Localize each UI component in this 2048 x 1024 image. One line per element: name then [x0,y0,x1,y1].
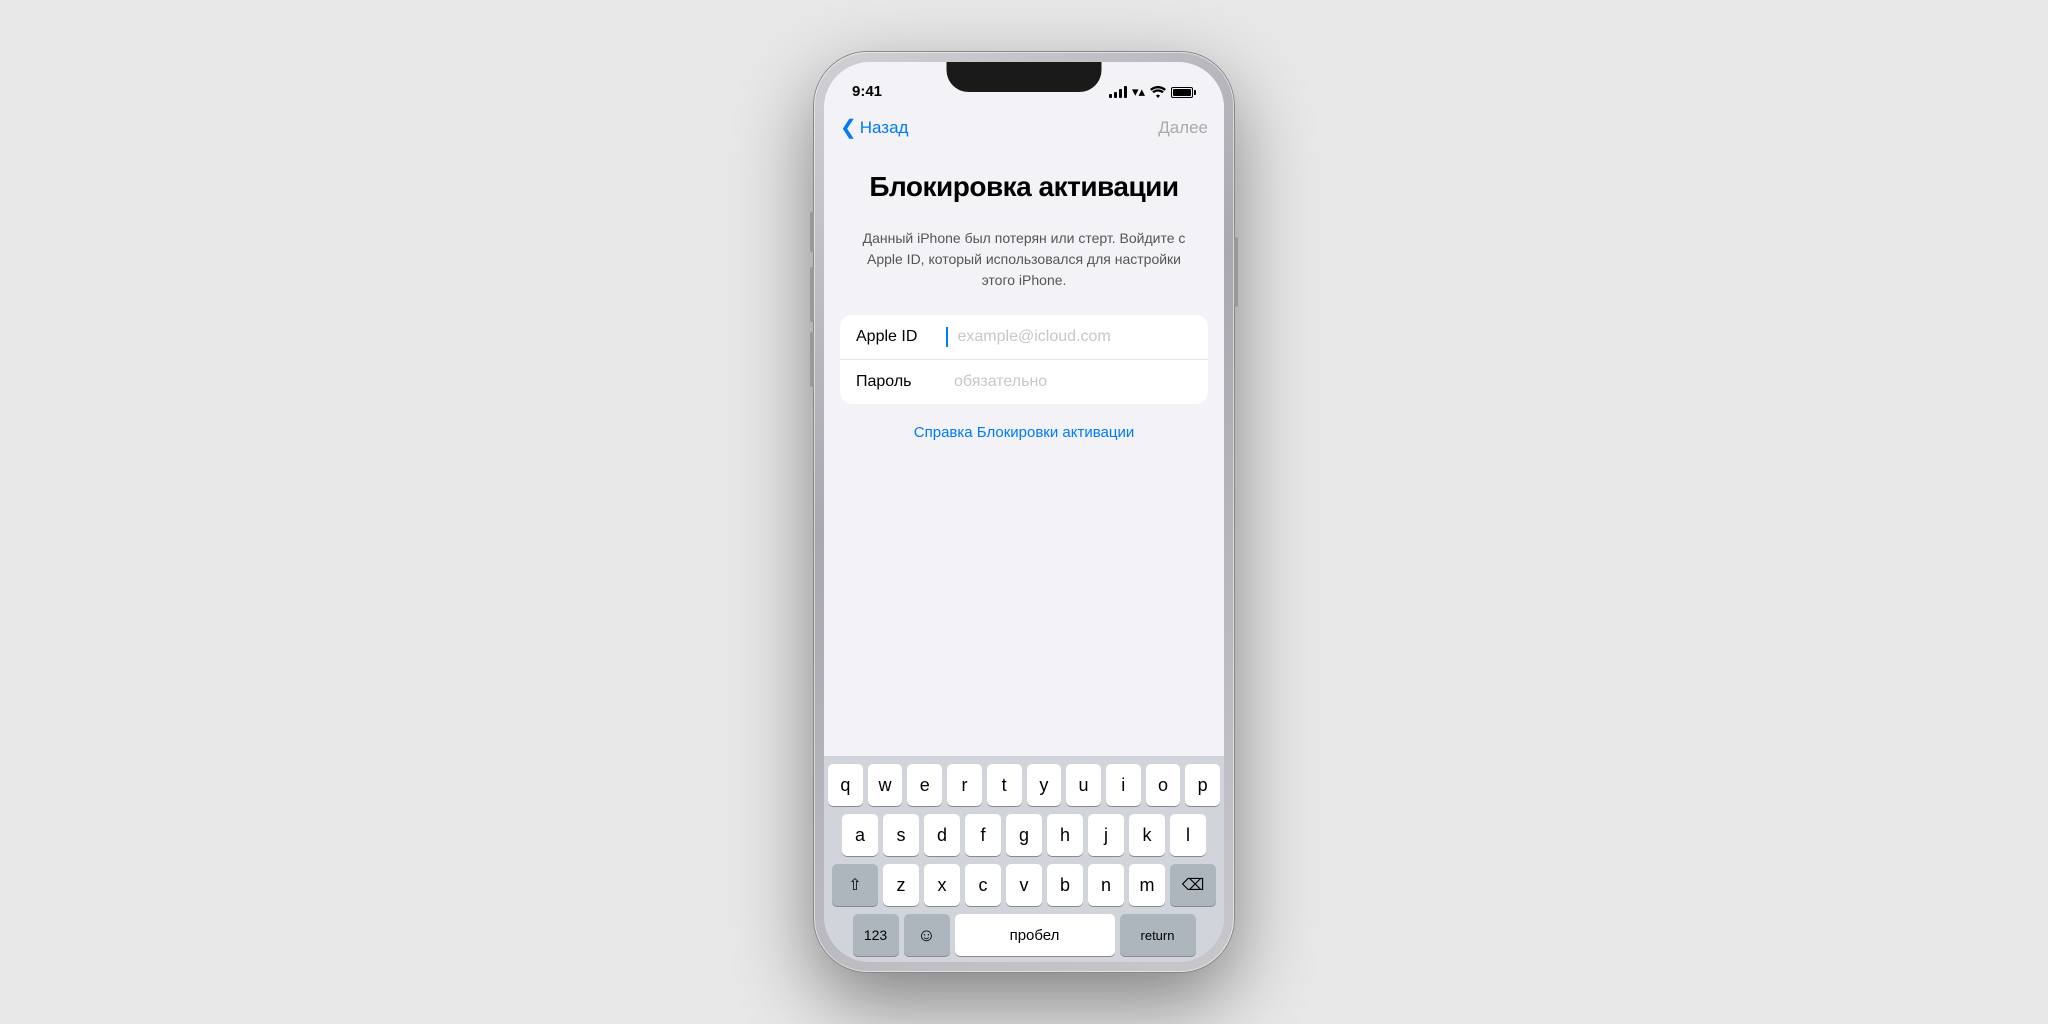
volume-down-button [810,332,814,387]
key-v[interactable]: v [1006,864,1042,906]
description-text: Данный iPhone был потерян или стерт. Вой… [856,228,1192,291]
keyboard: q w e r t y u i o p a s d f g h j k [824,756,1224,962]
key-j[interactable]: j [1088,814,1124,856]
status-time: 9:41 [852,83,882,100]
password-row[interactable]: Пароль [840,360,1208,404]
key-k[interactable]: k [1129,814,1165,856]
key-f[interactable]: f [965,814,1001,856]
volume-up-button [810,267,814,322]
key-y[interactable]: y [1027,764,1062,806]
delete-key[interactable]: ⌫ [1170,864,1216,906]
help-link[interactable]: Справка Блокировки активации [914,424,1134,441]
password-input[interactable] [946,373,1192,391]
nav-bar: ❮ Назад Далее [824,106,1224,150]
key-b[interactable]: b [1047,864,1083,906]
key-e[interactable]: e [907,764,942,806]
key-i[interactable]: i [1106,764,1141,806]
wifi-icon [1150,86,1166,98]
keyboard-row-4: 123 ☺ пробел return [828,914,1220,956]
battery-icon [1171,87,1196,98]
emoji-key[interactable]: ☺ [904,914,950,956]
password-label: Пароль [856,373,946,391]
shift-key[interactable]: ⇧ [832,864,878,906]
next-button: Далее [1158,118,1208,138]
key-q[interactable]: q [828,764,863,806]
key-u[interactable]: u [1066,764,1101,806]
phone-screen: 9:41 ▾▴ [824,62,1224,962]
key-z[interactable]: z [883,864,919,906]
key-s[interactable]: s [883,814,919,856]
key-w[interactable]: w [868,764,903,806]
description-section: Данный iPhone был потерян или стерт. Вой… [824,220,1224,315]
key-m[interactable]: m [1129,864,1165,906]
space-key[interactable]: пробел [955,914,1115,956]
key-x[interactable]: x [924,864,960,906]
apple-id-input[interactable] [950,328,1193,346]
key-d[interactable]: d [924,814,960,856]
key-a[interactable]: a [842,814,878,856]
next-label: Далее [1158,118,1208,137]
wifi-icon: ▾▴ [1132,84,1145,100]
help-section: Справка Блокировки активации [824,404,1224,462]
back-button[interactable]: ❮ Назад [840,118,908,138]
signal-icon [1109,86,1127,98]
key-n[interactable]: n [1088,864,1124,906]
text-cursor [946,327,948,347]
back-label: Назад [860,118,909,138]
return-key[interactable]: return [1120,914,1196,956]
status-icons: ▾▴ [1109,84,1196,100]
form-section: Apple ID Пароль [840,315,1208,404]
key-p[interactable]: p [1185,764,1220,806]
keyboard-row-2: a s d f g h j k l [828,814,1220,856]
key-g[interactable]: g [1006,814,1042,856]
chevron-left-icon: ❮ [840,118,857,138]
key-t[interactable]: t [987,764,1022,806]
screen-content: Блокировка активации Данный iPhone был п… [824,150,1224,756]
apple-id-row[interactable]: Apple ID [840,315,1208,360]
title-section: Блокировка активации [824,150,1224,220]
key-h[interactable]: h [1047,814,1083,856]
apple-id-label: Apple ID [856,328,946,346]
keyboard-row-3: ⇧ z x c v b n m ⌫ [828,864,1220,906]
page-title: Блокировка активации [848,170,1200,204]
key-c[interactable]: c [965,864,1001,906]
phone-frame: 9:41 ▾▴ [814,52,1234,972]
key-o[interactable]: o [1146,764,1181,806]
key-r[interactable]: r [947,764,982,806]
numbers-key[interactable]: 123 [853,914,899,956]
keyboard-row-1: q w e r t y u i o p [828,764,1220,806]
key-l[interactable]: l [1170,814,1206,856]
notch [947,62,1102,92]
